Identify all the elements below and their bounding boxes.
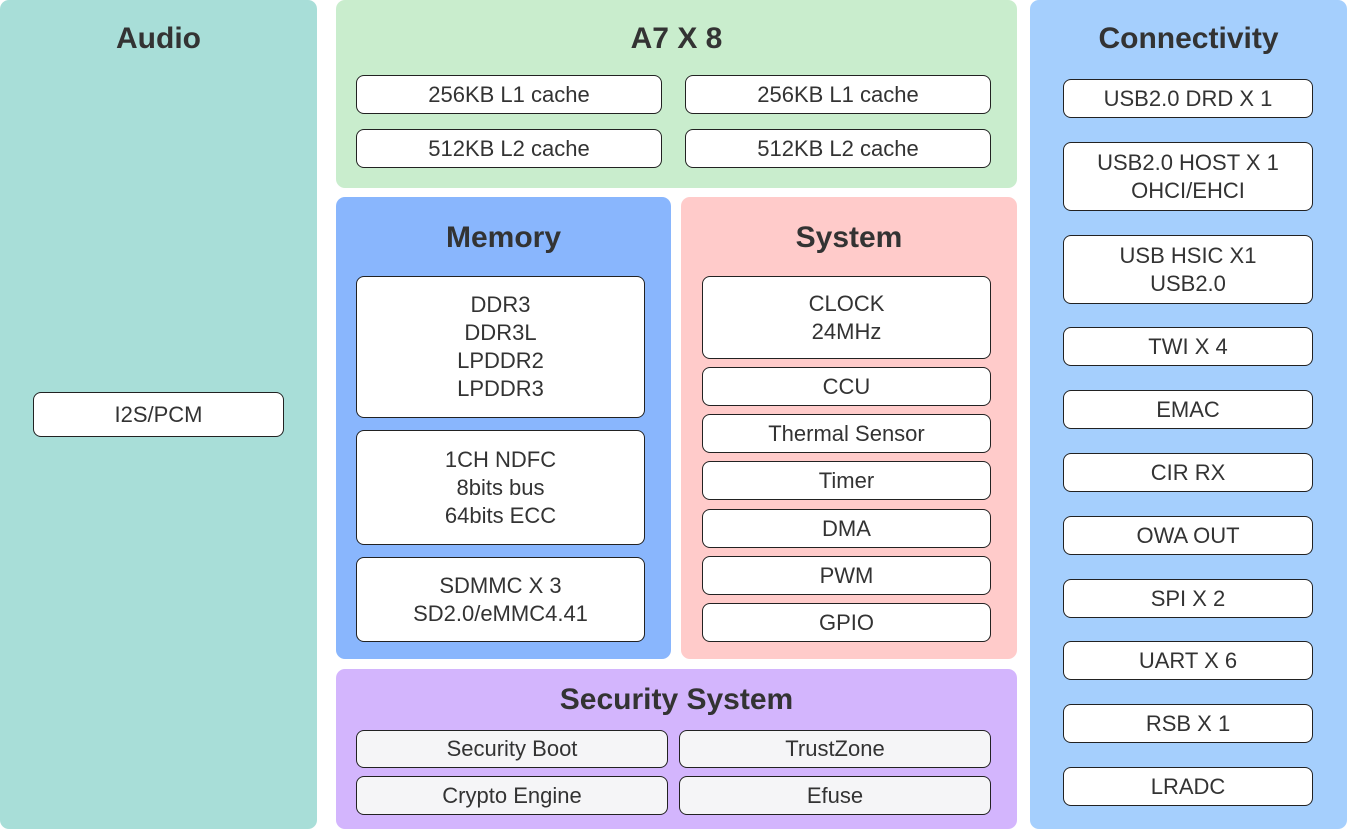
audio-panel: Audio I2S/PCM bbox=[0, 0, 317, 829]
connectivity-panel: Connectivity USB2.0 DRD X 1 USB2.0 HOST … bbox=[1030, 0, 1347, 829]
memory-title: Memory bbox=[445, 221, 562, 254]
system-block-clock: CLOCK 24MHz bbox=[702, 276, 991, 359]
system-block-dma: DMA bbox=[702, 509, 991, 548]
system-panel: System CLOCK 24MHz CCU Thermal Sensor Ti… bbox=[681, 197, 1017, 659]
cpu-block-l1-cache: 256KB L1 cache bbox=[356, 75, 662, 114]
system-block-thermal-sensor: Thermal Sensor bbox=[702, 414, 991, 453]
conn-block-owa-out: OWA OUT bbox=[1063, 516, 1313, 555]
conn-block-usb-drd: USB2.0 DRD X 1 bbox=[1063, 79, 1313, 118]
system-block-pwm: PWM bbox=[702, 556, 991, 595]
memory-block-ndfc: 1CH NDFC 8bits bus 64bits ECC bbox=[356, 430, 645, 545]
security-title: Security System bbox=[559, 683, 794, 716]
security-block-trustzone: TrustZone bbox=[679, 730, 991, 768]
conn-block-spi: SPI X 2 bbox=[1063, 579, 1313, 618]
memory-block-ddr: DDR3 DDR3L LPDDR2 LPDDR3 bbox=[356, 276, 645, 418]
conn-block-lradc: LRADC bbox=[1063, 767, 1313, 806]
memory-panel: Memory DDR3 DDR3L LPDDR2 LPDDR3 1CH NDFC… bbox=[336, 197, 671, 659]
cpu-panel: A7 X 8 256KB L1 cache 256KB L1 cache 512… bbox=[336, 0, 1017, 188]
conn-block-twi: TWI X 4 bbox=[1063, 327, 1313, 366]
security-panel: Security System Security Boot TrustZone … bbox=[336, 669, 1017, 829]
audio-title: Audio bbox=[116, 22, 201, 55]
connectivity-title: Connectivity bbox=[1098, 22, 1279, 55]
conn-block-usb-host: USB2.0 HOST X 1 OHCI/EHCI bbox=[1063, 142, 1313, 211]
cpu-block-l2-cache: 512KB L2 cache bbox=[685, 129, 991, 168]
cpu-block-l2-cache: 512KB L2 cache bbox=[356, 129, 662, 168]
audio-block-i2s-pcm: I2S/PCM bbox=[33, 392, 284, 437]
conn-block-uart: UART X 6 bbox=[1063, 641, 1313, 680]
system-block-ccu: CCU bbox=[702, 367, 991, 406]
cpu-title: A7 X 8 bbox=[630, 22, 723, 55]
conn-block-cir-rx: CIR RX bbox=[1063, 453, 1313, 492]
security-block-efuse: Efuse bbox=[679, 776, 991, 815]
system-block-timer: Timer bbox=[702, 461, 991, 500]
system-block-gpio: GPIO bbox=[702, 603, 991, 642]
security-block-crypto-engine: Crypto Engine bbox=[356, 776, 668, 815]
security-block-security-boot: Security Boot bbox=[356, 730, 668, 768]
system-title: System bbox=[795, 221, 903, 254]
conn-block-rsb: RSB X 1 bbox=[1063, 704, 1313, 743]
memory-block-sdmmc: SDMMC X 3 SD2.0/eMMC4.41 bbox=[356, 557, 645, 642]
conn-block-emac: EMAC bbox=[1063, 390, 1313, 429]
cpu-block-l1-cache: 256KB L1 cache bbox=[685, 75, 991, 114]
conn-block-usb-hsic: USB HSIC X1 USB2.0 bbox=[1063, 235, 1313, 304]
